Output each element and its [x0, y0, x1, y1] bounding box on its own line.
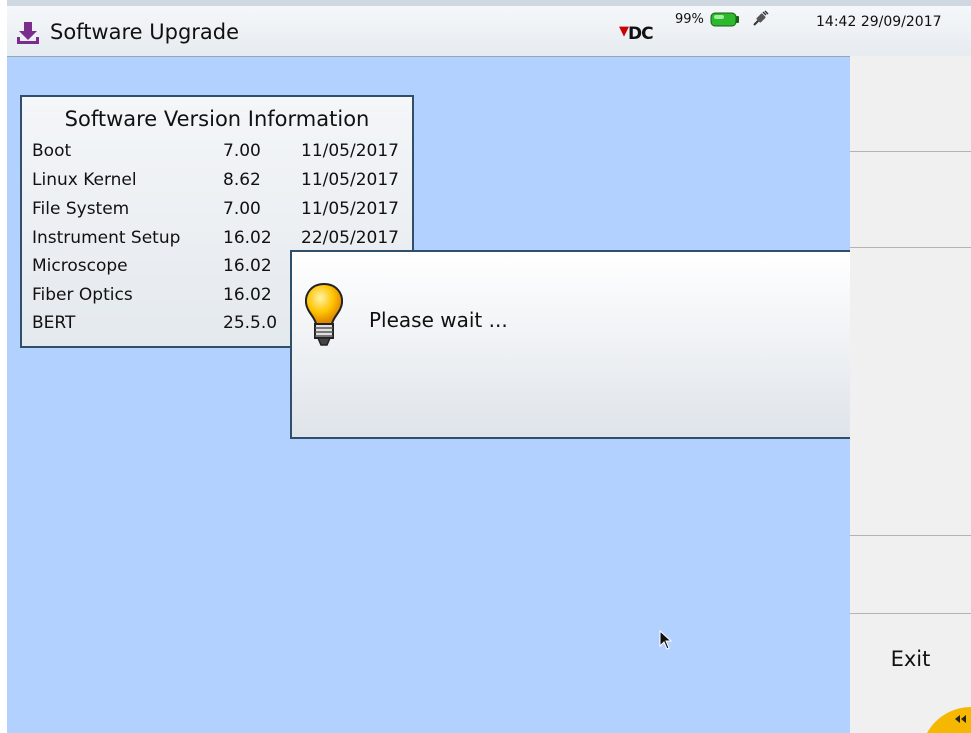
component-name: Instrument Setup: [32, 228, 181, 248]
softkey-panel: Exit: [850, 56, 971, 733]
component-version: 16.02: [223, 228, 272, 248]
component-date: 11/05/2017: [301, 199, 399, 219]
rewind-tab-icon[interactable]: [927, 705, 971, 733]
lightbulb-icon: [304, 282, 344, 346]
component-version: 25.5.0: [223, 313, 278, 333]
version-panel-title: Software Version Information: [64, 107, 370, 131]
title-bar: Software Upgrade ▼DC 99% 14:42 29/09/201…: [7, 0, 971, 57]
battery-percent: 99%: [675, 12, 704, 27]
exit-button[interactable]: Exit: [850, 613, 971, 704]
battery-icon: [710, 12, 739, 27]
title-bar-accent: [7, 0, 971, 6]
download-icon: [17, 22, 39, 44]
app-title: Software Upgrade: [50, 20, 240, 44]
softkey-1[interactable]: [850, 56, 971, 152]
softkey-5[interactable]: [850, 440, 971, 536]
component-name: Microscope: [32, 256, 128, 276]
screen-frame: Software Upgrade ▼DC 99% 14:42 29/09/201…: [7, 0, 971, 733]
softkey-2[interactable]: [850, 152, 971, 248]
component-name: Linux Kernel: [32, 170, 137, 190]
softkey-3[interactable]: [850, 248, 971, 343]
component-date: 11/05/2017: [301, 141, 399, 161]
component-name: Boot: [32, 141, 72, 161]
component-version: 16.02: [223, 256, 272, 276]
component-name: BERT: [32, 313, 76, 333]
component-version: 7.00: [223, 199, 261, 219]
brand-logo: ▼DC: [619, 24, 654, 44]
component-version: 8.62: [223, 170, 261, 190]
dialog-message: Please wait ...: [369, 308, 508, 332]
clock: 14:42 29/09/2017: [816, 14, 942, 30]
component-version: 16.02: [223, 285, 272, 305]
component-version: 7.00: [223, 141, 261, 161]
component-name: Fiber Optics: [32, 285, 133, 305]
component-name: File System: [32, 199, 130, 219]
plug-icon: [753, 10, 769, 26]
mouse-pointer-icon: [659, 630, 673, 650]
component-date: 22/05/2017: [301, 228, 399, 248]
component-date: 11/05/2017: [301, 170, 399, 190]
